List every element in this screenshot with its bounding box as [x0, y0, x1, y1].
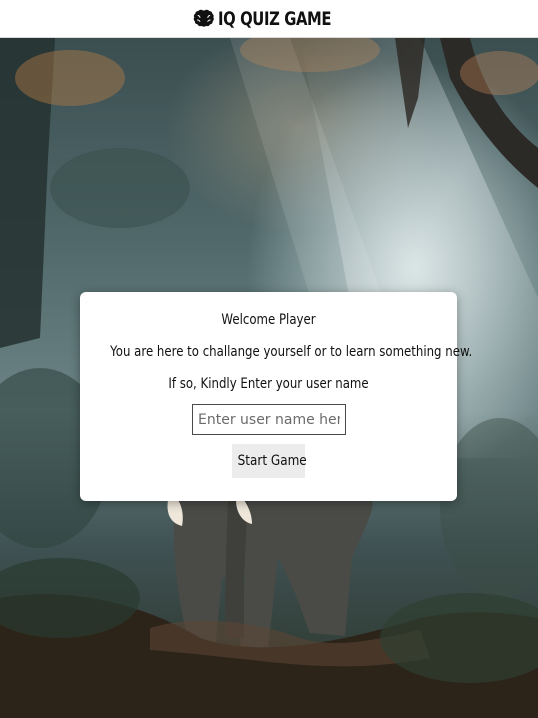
site-header: IQ QUIZ GAME: [0, 0, 538, 38]
welcome-heading: Welcome Player: [221, 312, 316, 328]
brand-logo[interactable]: IQ QUIZ GAME: [192, 7, 345, 31]
forest-elephant-background: Welcome Player You are here to challange…: [0, 38, 538, 718]
foliage-left: [50, 148, 190, 228]
site-title: IQ QUIZ GAME: [218, 7, 332, 30]
welcome-subtitle: You are here to challange yourself or to…: [110, 344, 473, 360]
autumn-foliage-left: [15, 50, 125, 106]
welcome-dialog: Welcome Player You are here to challange…: [80, 292, 473, 501]
brain-icon: [192, 7, 216, 31]
username-input[interactable]: [192, 404, 346, 435]
username-prompt: If so, Kindly Enter your user name: [168, 376, 369, 392]
autumn-foliage-right: [460, 51, 538, 95]
start-game-label: Start Game: [237, 453, 307, 469]
start-game-button[interactable]: Start Game: [232, 444, 307, 478]
